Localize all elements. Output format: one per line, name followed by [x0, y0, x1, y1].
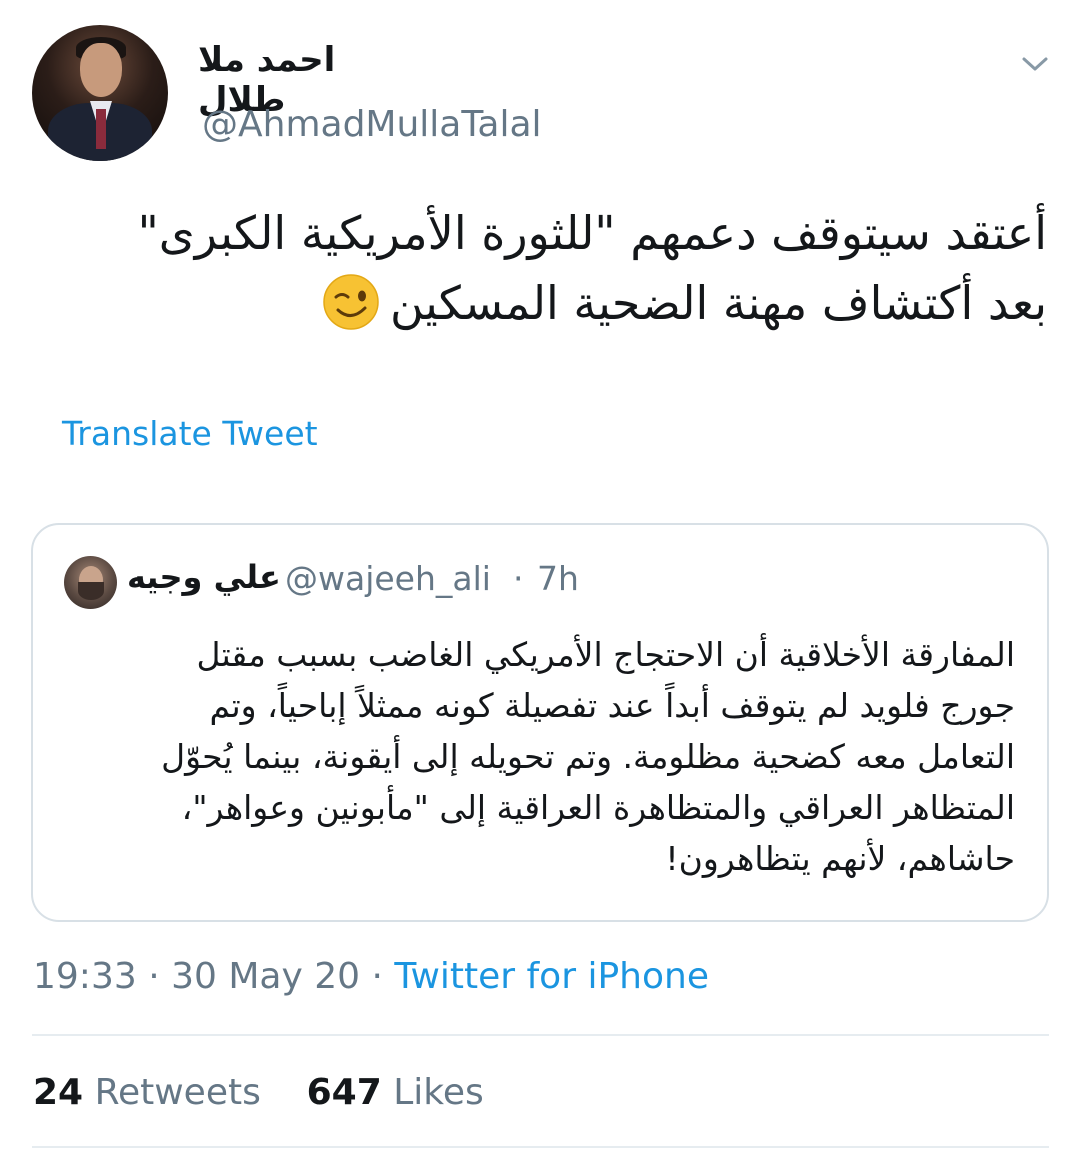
- quoted-line: حاشاهم، لأنهم يتظاهرون!: [665, 839, 1015, 878]
- likes-label: Likes: [393, 1072, 484, 1113]
- quoted-tweet-text: المفارقة الأخلاقية أن الاحتجاج الأمريكي …: [55, 629, 1015, 884]
- quoted-line: المفارقة الأخلاقية أن الاحتجاج الأمريكي …: [196, 635, 1015, 674]
- tweet-line-text: بعد أكتشاف مهنة الضحية المسكين: [390, 276, 1047, 330]
- retweets-stat[interactable]: 24 Retweets: [33, 1072, 261, 1113]
- tweet-line-text: أعتقد سيتوقف دعمهم "للثورة الأمريكية الك…: [137, 206, 1047, 260]
- avatar-face: [80, 43, 122, 97]
- tweet-time[interactable]: 19:33: [33, 956, 137, 997]
- meta-separator: ·: [371, 956, 383, 997]
- retweets-label: Retweets: [94, 1072, 261, 1113]
- likes-count: 647: [306, 1072, 382, 1113]
- divider: [32, 1034, 1049, 1036]
- author-handle[interactable]: @AhmadMullaTalal: [202, 104, 542, 145]
- quoted-tweet-card[interactable]: علي وجيه @wajeeh_ali · 7h المفارقة الأخل…: [31, 523, 1049, 922]
- avatar-tie: [96, 109, 106, 149]
- quoted-line: التعامل معه كضحية مظلومة. وتم تحويله إلى…: [161, 737, 1015, 776]
- quoted-timestamp: 7h: [537, 559, 579, 598]
- quoted-author-display-name: علي وجيه: [127, 558, 281, 596]
- tweet-date[interactable]: 30 May 20: [171, 956, 360, 997]
- tweet-line: بعد أكتشاف مهنة الضحية المسكين: [37, 268, 1047, 338]
- quoted-line: جورج فلويد لم يتوقف أبداً عند تفصيلة كون…: [209, 686, 1015, 725]
- tweet-source-link[interactable]: Twitter for iPhone: [394, 956, 709, 997]
- meta-separator: ·: [148, 956, 160, 997]
- likes-stat[interactable]: 647 Likes: [307, 1072, 484, 1113]
- tweet-metadata: 19:33 · 30 May 20 · Twitter for iPhone: [33, 956, 709, 997]
- divider: [32, 1146, 1049, 1148]
- tweet-text: أعتقد سيتوقف دعمهم "للثورة الأمريكية الك…: [37, 198, 1047, 338]
- quoted-author-handle: @wajeeh_ali: [285, 559, 491, 598]
- tweet-stats: 24 Retweets 647 Likes: [33, 1072, 484, 1113]
- translate-tweet-link[interactable]: Translate Tweet: [62, 414, 318, 453]
- author-avatar[interactable]: [32, 25, 168, 161]
- chevron-down-icon[interactable]: [1020, 52, 1050, 76]
- tweet-line: أعتقد سيتوقف دعمهم "للثورة الأمريكية الك…: [37, 198, 1047, 268]
- quoted-author-avatar: [64, 556, 117, 609]
- quoted-separator: ·: [513, 559, 524, 598]
- winking-face-icon: [323, 273, 379, 330]
- retweets-count: 24: [33, 1072, 84, 1113]
- quoted-avatar-beard: [78, 582, 104, 600]
- quoted-line: المتظاهر العراقي والمتظاهرة العراقية إلى…: [181, 788, 1015, 827]
